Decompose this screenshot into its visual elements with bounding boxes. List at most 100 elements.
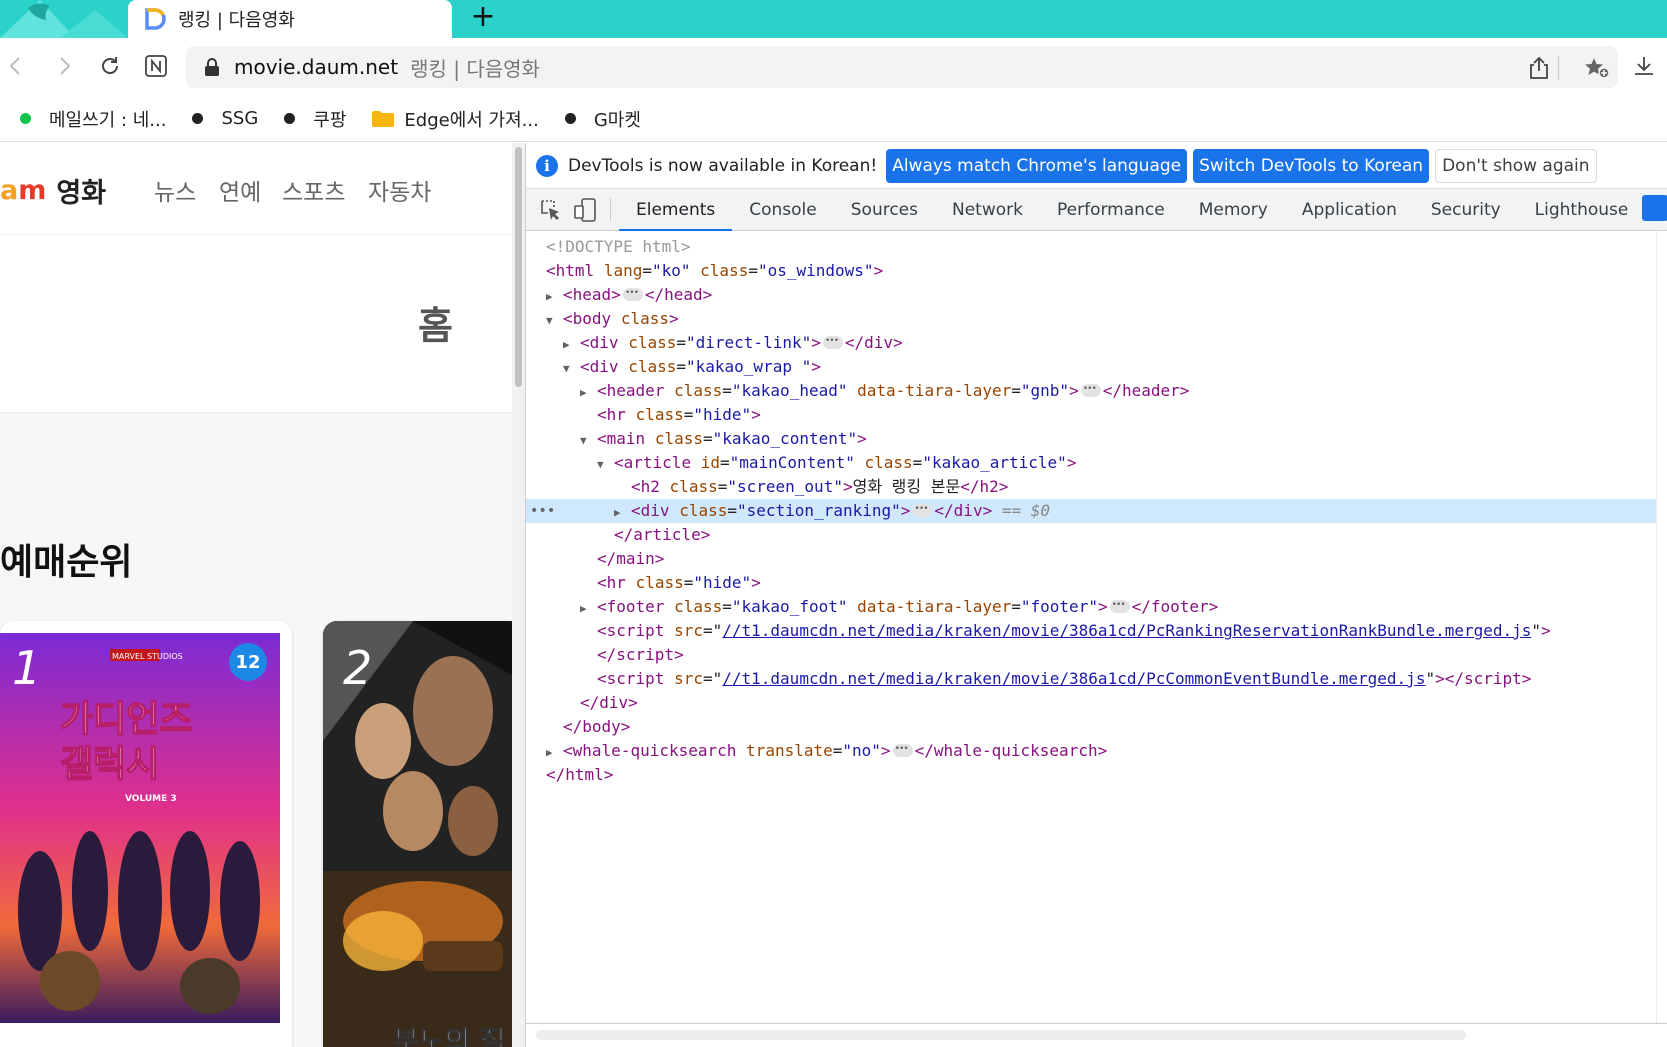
script-link-1[interactable]: //t1.daumcdn.net/media/kraken/movie/386a… bbox=[722, 621, 1531, 640]
dom-node-hr-2[interactable]: <hr class="hide"> bbox=[526, 571, 1656, 595]
info-icon: i bbox=[536, 154, 558, 177]
bookmark-label: Edge에서 가져... bbox=[404, 109, 539, 131]
inspect-element-button[interactable] bbox=[534, 189, 568, 230]
browser-tab-active[interactable]: 랭킹 | 다음영화 bbox=[128, 0, 452, 38]
movie-card-2[interactable]: 분노의 질 2 bbox=[323, 621, 523, 1047]
download-icon bbox=[1635, 57, 1653, 75]
dom-node-body-close[interactable]: </body> bbox=[526, 715, 1656, 739]
chevron-left-icon bbox=[9, 57, 20, 75]
svg-text:갤럭시: 갤럭시 bbox=[60, 744, 159, 785]
tab-performance[interactable]: Performance bbox=[1040, 189, 1182, 230]
naver-shortcut-button[interactable] bbox=[140, 50, 172, 82]
dom-node-script-1[interactable]: <script src="//t1.daumcdn.net/media/krak… bbox=[526, 619, 1656, 643]
tab-network[interactable]: Network bbox=[935, 189, 1040, 230]
tab-elements[interactable]: Elements bbox=[619, 189, 733, 231]
bookmark-label: 메일쓰기 : 네... bbox=[49, 109, 167, 131]
dom-node-article[interactable]: ▼ <article id="mainContent" class="kakao_… bbox=[526, 451, 1656, 475]
back-button[interactable] bbox=[0, 50, 32, 82]
chevron-right-icon bbox=[60, 57, 71, 75]
dom-node-div-close[interactable]: </div> bbox=[526, 691, 1656, 715]
toolbar-divider bbox=[610, 198, 611, 221]
gnb-car[interactable]: 자동차 bbox=[368, 173, 431, 207]
bookmark-dot-icon bbox=[20, 113, 31, 124]
device-icon bbox=[574, 197, 596, 222]
bookmark-naver-mail[interactable]: 메일쓰기 : 네... bbox=[20, 106, 166, 132]
bookmark-ssg[interactable]: SSG bbox=[192, 108, 258, 129]
share-icon bbox=[1530, 56, 1548, 79]
dom-node-whale-quicksearch[interactable]: ▶<whale-quicksearch translate="no"></wha… bbox=[526, 737, 1656, 763]
movie-card-1[interactable]: MARVEL STUDIOS 가디언즈 갤럭시 VOLUME 3 1 12 bbox=[0, 621, 292, 1047]
dom-node-article-close[interactable]: </article> bbox=[526, 523, 1656, 547]
whale-decoration bbox=[0, 0, 128, 38]
dom-node-header[interactable]: ▶ <header class="kakao_head" data-tiara-l… bbox=[526, 377, 1656, 403]
dom-node-main[interactable]: ▼ <main class="kakao_content"> bbox=[526, 427, 1656, 451]
address-bar[interactable]: movie.daum.net 랭킹 | 다음영화 bbox=[186, 46, 1618, 88]
dont-show-again-button[interactable]: Don't show again bbox=[1435, 148, 1597, 183]
collapsed-ellipsis-icon bbox=[1109, 593, 1130, 617]
age-rating-badge: 12 bbox=[229, 643, 267, 681]
daum-favicon-icon bbox=[144, 8, 166, 30]
share-button[interactable] bbox=[1526, 55, 1552, 81]
infobar-message: DevTools is now available in Korean! bbox=[568, 155, 878, 176]
rank-number: 1 bbox=[12, 641, 42, 695]
new-tab-button[interactable]: + bbox=[466, 2, 500, 36]
bookmark-dot-icon bbox=[564, 113, 576, 124]
dom-node-h2[interactable]: <h2 class="screen_out">영화 랭킹 본문</h2> bbox=[526, 475, 1656, 499]
device-toolbar-button[interactable] bbox=[568, 189, 602, 230]
dom-node-div-direct-link[interactable]: ▶<div class="direct-link"></div> bbox=[526, 329, 1656, 355]
collapsed-ellipsis-icon bbox=[1080, 377, 1101, 401]
downloads-button[interactable] bbox=[1628, 50, 1660, 82]
dom-breadcrumb-bar bbox=[526, 1023, 1667, 1047]
dom-node-doctype[interactable]: <!DOCTYPE html> bbox=[526, 235, 1656, 259]
bookmark-coupang[interactable]: 쿠팡 bbox=[284, 106, 346, 132]
always-match-language-button[interactable]: Always match Chrome's language bbox=[886, 148, 1188, 183]
dom-node-html[interactable]: <html lang="ko" class="os_windows"> bbox=[526, 259, 1656, 283]
script-link-2[interactable]: //t1.daumcdn.net/media/kraken/movie/386a… bbox=[722, 669, 1425, 688]
page-scrollbar[interactable] bbox=[512, 143, 525, 1047]
dom-node-div-kakao-wrap[interactable]: ▼ <div class="kakao_wrap "> bbox=[526, 355, 1656, 379]
dom-node-script-2[interactable]: <script src="//t1.daumcdn.net/media/krak… bbox=[526, 667, 1656, 691]
switch-to-korean-button[interactable]: Switch DevTools to Korean bbox=[1193, 148, 1430, 183]
dom-node-head[interactable]: ▶<head></head> bbox=[526, 281, 1656, 307]
devtools-panel: i DevTools is now available in Korean! A… bbox=[525, 143, 1667, 1047]
home-tab[interactable]: 홈 bbox=[418, 295, 453, 350]
dom-node-body[interactable]: ▼ <body class> bbox=[526, 307, 1656, 331]
dom-tree-scrollbar[interactable] bbox=[1656, 231, 1667, 1023]
dom-node-main-close[interactable]: </main> bbox=[526, 547, 1656, 571]
daum-logo-mark: am bbox=[0, 175, 47, 206]
dom-node-div-section-ranking-selected[interactable]: •••▶<div class="section_ranking"></div> … bbox=[526, 497, 1656, 523]
daum-movie-logo[interactable]: am 영화 bbox=[0, 171, 106, 210]
rank-number: 2 bbox=[343, 641, 373, 695]
collapsed-ellipsis-icon bbox=[912, 497, 933, 521]
tab-sources[interactable]: Sources bbox=[834, 189, 935, 230]
forward-button[interactable] bbox=[48, 50, 80, 82]
url-page-title: 랭킹 | 다음영화 bbox=[410, 56, 540, 81]
gnb-news[interactable]: 뉴스 bbox=[154, 173, 196, 207]
bookmark-gmarket[interactable]: G마켓 bbox=[564, 106, 641, 132]
reload-button[interactable] bbox=[94, 50, 126, 82]
tab-security[interactable]: Security bbox=[1414, 189, 1518, 230]
gnb-sports[interactable]: 스포츠 bbox=[282, 173, 345, 207]
breadcrumb-scrollbar[interactable] bbox=[536, 1030, 1466, 1040]
star-plus-icon bbox=[1585, 58, 1610, 79]
dom-node-html-close[interactable]: </html> bbox=[526, 763, 1656, 787]
devtools-tab-bar: Elements Console Sources Network Perform… bbox=[526, 189, 1667, 231]
tab-lighthouse[interactable]: Lighthouse bbox=[1518, 189, 1646, 230]
gnb-entertainment[interactable]: 연예 bbox=[219, 173, 261, 207]
bookmark-label: G마켓 bbox=[593, 109, 641, 131]
issues-message-icon[interactable] bbox=[1642, 195, 1667, 221]
bookmark-label: 쿠팡 bbox=[313, 109, 347, 131]
collapsed-ellipsis-icon bbox=[892, 737, 913, 761]
url-host: movie.daum.net bbox=[234, 55, 399, 79]
dom-node-footer[interactable]: ▶ <footer class="kakao_foot" data-tiara-l… bbox=[526, 593, 1656, 619]
bookmark-folder-edge[interactable]: Edge에서 가져... bbox=[372, 106, 539, 132]
page-scrollbar-thumb[interactable] bbox=[515, 147, 522, 387]
tab-application[interactable]: Application bbox=[1285, 189, 1414, 230]
bookmarks-bar: 메일쓰기 : 네... SSG 쿠팡 Edge에서 가져... G마켓 bbox=[0, 96, 1667, 142]
dom-node-hr[interactable]: <hr class="hide"> bbox=[526, 403, 1656, 427]
favorites-button[interactable] bbox=[1584, 55, 1610, 81]
svg-text:분노의 질: 분노의 질 bbox=[393, 1025, 506, 1047]
tab-memory[interactable]: Memory bbox=[1182, 189, 1285, 230]
dom-node-script-1-close[interactable]: </script> bbox=[526, 643, 1656, 667]
tab-console[interactable]: Console bbox=[732, 189, 834, 230]
